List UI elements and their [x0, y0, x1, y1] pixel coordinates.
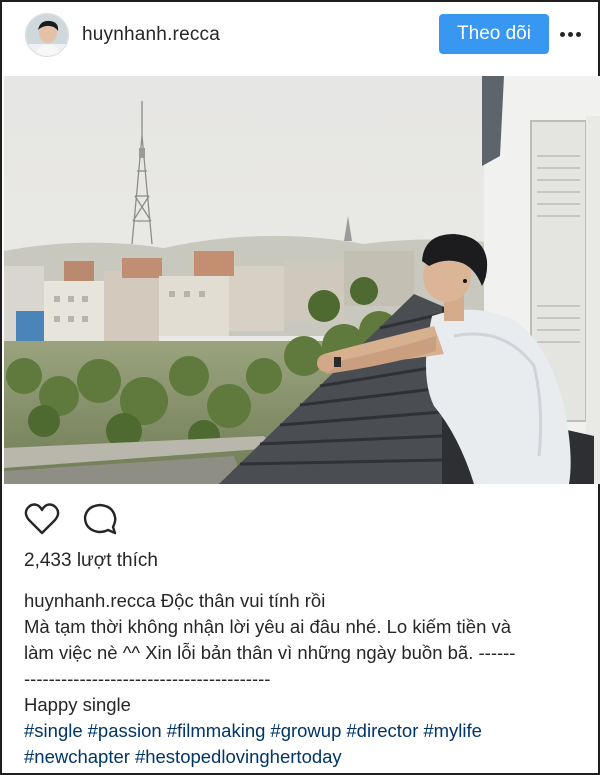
caption-line: Happy single: [24, 694, 131, 715]
hashtag-link[interactable]: #mylife: [423, 720, 482, 741]
post-username[interactable]: huynhanh.recca: [82, 24, 220, 46]
post-photo[interactable]: [4, 76, 600, 484]
ellipsis-icon[interactable]: [557, 22, 583, 46]
hashtag-link[interactable]: #growup: [270, 720, 341, 741]
instagram-post-card: huynhanh.recca Theo dõi 2,433 lượt thích…: [0, 0, 600, 775]
hashtag-link[interactable]: #passion: [88, 720, 162, 741]
caption-username[interactable]: huynhanh.recca: [24, 590, 156, 611]
comment-icon[interactable]: [82, 502, 118, 536]
hashtags-row: #newchapter #hestopedlovinghertoday: [24, 744, 584, 770]
caption-line: ----------------------------------------: [24, 668, 271, 689]
hashtag-link[interactable]: #filmmaking: [167, 720, 266, 741]
post-caption: huynhanh.recca Độc thân vui tính rồi Mà …: [24, 588, 584, 770]
hashtag-link[interactable]: #newchapter: [24, 746, 130, 767]
avatar-image: [26, 14, 68, 56]
heart-icon[interactable]: [24, 502, 60, 536]
post-actions: [24, 502, 118, 536]
caption-first-line: Độc thân vui tính rồi: [160, 590, 326, 611]
hashtags-row: #single #passion #filmmaking #growup #direct…: [24, 718, 584, 744]
likes-count[interactable]: 2,433 lượt thích: [24, 550, 158, 572]
profile-avatar[interactable]: [25, 13, 69, 57]
post-header: huynhanh.recca Theo dõi: [4, 4, 600, 76]
hashtag-link[interactable]: #director: [346, 720, 418, 741]
follow-button[interactable]: Theo dõi: [439, 14, 549, 54]
caption-line: làm việc nè ^^ Xin lỗi bản thân vì những…: [24, 642, 516, 663]
hashtag-link[interactable]: #hestopedlovinghertoday: [135, 746, 342, 767]
caption-line: Mà tạm thời không nhận lời yêu ai đâu nh…: [24, 616, 512, 637]
hashtag-link[interactable]: #single: [24, 720, 83, 741]
photo-scene: [4, 76, 600, 484]
